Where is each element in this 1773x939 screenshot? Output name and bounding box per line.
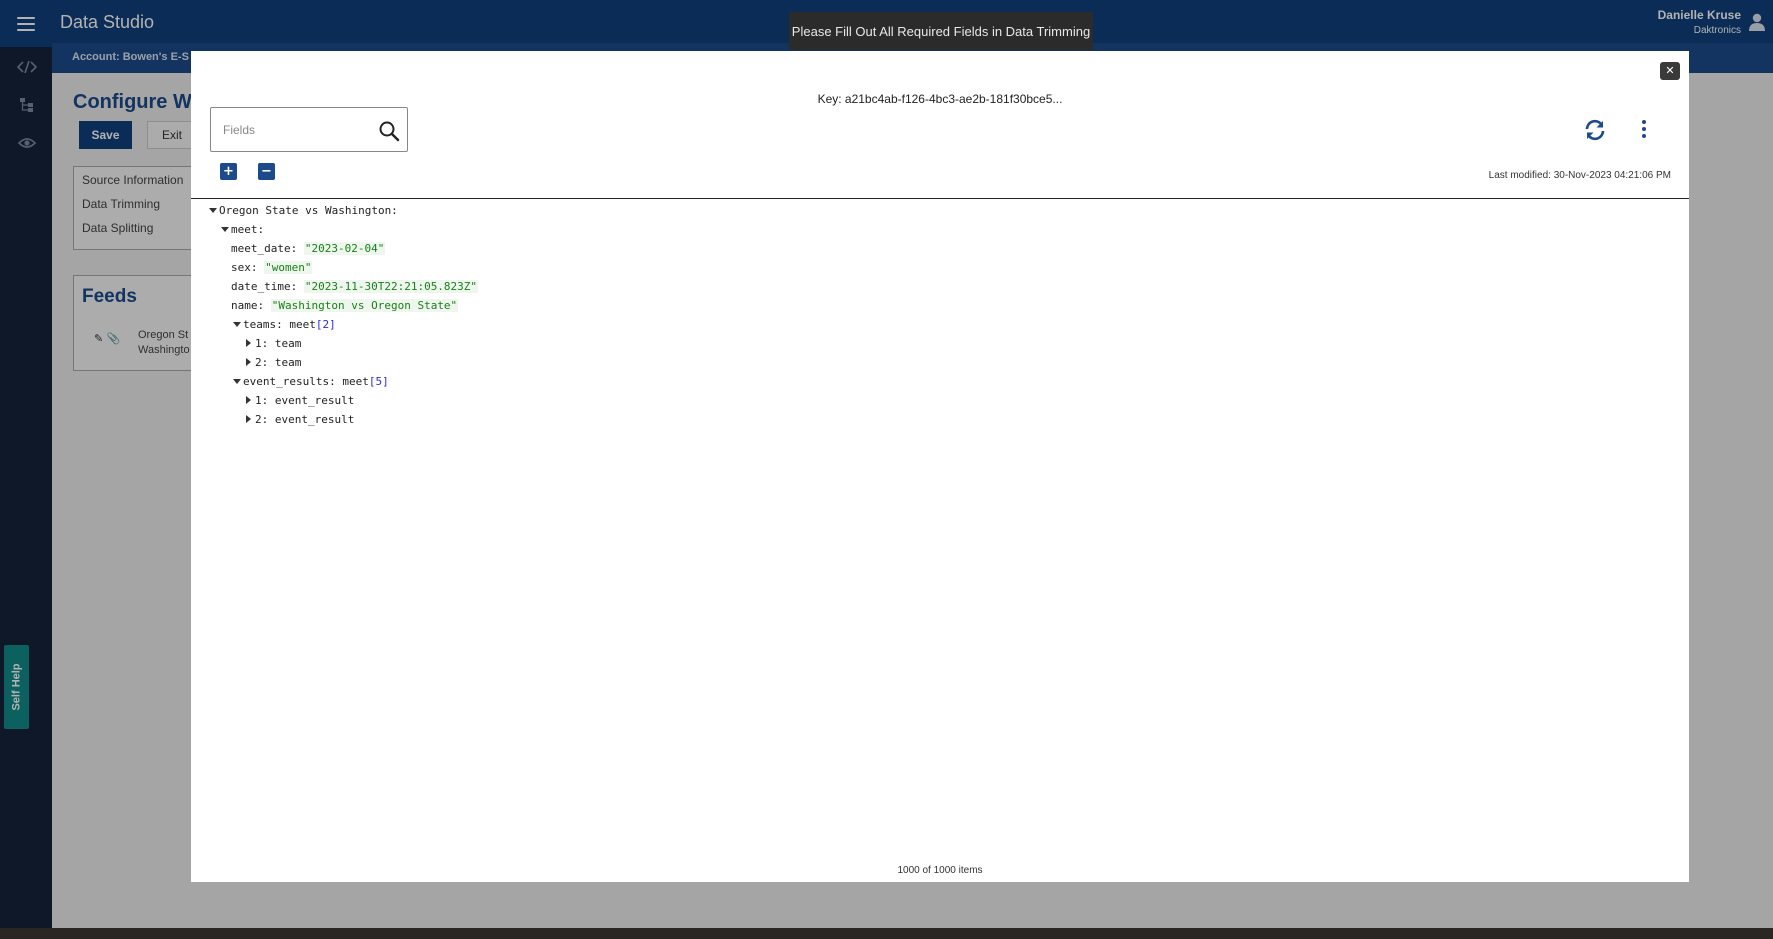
caret-down-icon[interactable] — [207, 201, 219, 220]
tree-node-teams[interactable]: teams: meet[2] — [207, 315, 478, 334]
caret-right-icon[interactable] — [243, 391, 255, 410]
caret-right-icon[interactable] — [243, 353, 255, 372]
field-search — [210, 107, 408, 152]
tree-node-event-results[interactable]: event_results: meet[5] — [207, 372, 478, 391]
tree-node-team-1[interactable]: 1: team — [207, 334, 478, 353]
tree-node-meet[interactable]: meet: — [207, 220, 478, 239]
tree-leaf-meet-date: meet_date: "2023-02-04" — [231, 242, 386, 255]
expand-all-button[interactable]: + — [220, 163, 237, 180]
search-input[interactable] — [211, 108, 371, 151]
tree-node-root[interactable]: Oregon State vs Washington: — [207, 201, 478, 220]
close-icon[interactable]: ✕ — [1660, 62, 1680, 80]
data-viewer-modal: ✕ Key: a21bc4ab-f126-4bc3-ae2b-181f30bce… — [191, 51, 1689, 882]
tree-leaf-name: name: "Washington vs Oregon State" — [231, 299, 459, 312]
bottom-strip — [0, 928, 1773, 939]
caret-down-icon[interactable] — [231, 315, 243, 334]
caret-down-icon[interactable] — [219, 220, 231, 239]
tree-leaf-date-time: date_time: "2023-11-30T22:21:05.823Z" — [231, 280, 479, 293]
toast-message: Please Fill Out All Required Fields in D… — [789, 12, 1093, 50]
collapse-all-button[interactable]: − — [258, 163, 275, 180]
tree-node-team-2[interactable]: 2: team — [207, 353, 478, 372]
tree-leaf-sex: sex: "women" — [231, 261, 313, 274]
caret-right-icon[interactable] — [243, 334, 255, 353]
more-options-icon[interactable] — [1639, 118, 1649, 140]
search-icon[interactable] — [378, 120, 400, 142]
record-key: Key: a21bc4ab-f126-4bc3-ae2b-181f30bce5.… — [817, 92, 1063, 106]
app-window: Data Studio Danielle Kruse Daktronics Ac… — [0, 0, 1773, 939]
tree-node-event-result-1[interactable]: 1: event_result — [207, 391, 478, 410]
refresh-icon[interactable] — [1583, 118, 1607, 142]
json-tree: Oregon State vs Washington: meet: meet_d… — [207, 201, 479, 429]
tree-node-event-result-2[interactable]: 2: event_result — [207, 410, 478, 429]
last-modified: Last modified: 30-Nov-2023 04:21:06 PM — [1488, 170, 1671, 181]
items-count: 1000 of 1000 items — [897, 865, 983, 876]
caret-down-icon[interactable] — [231, 372, 243, 391]
divider — [191, 198, 1689, 199]
caret-right-icon[interactable] — [243, 410, 255, 429]
